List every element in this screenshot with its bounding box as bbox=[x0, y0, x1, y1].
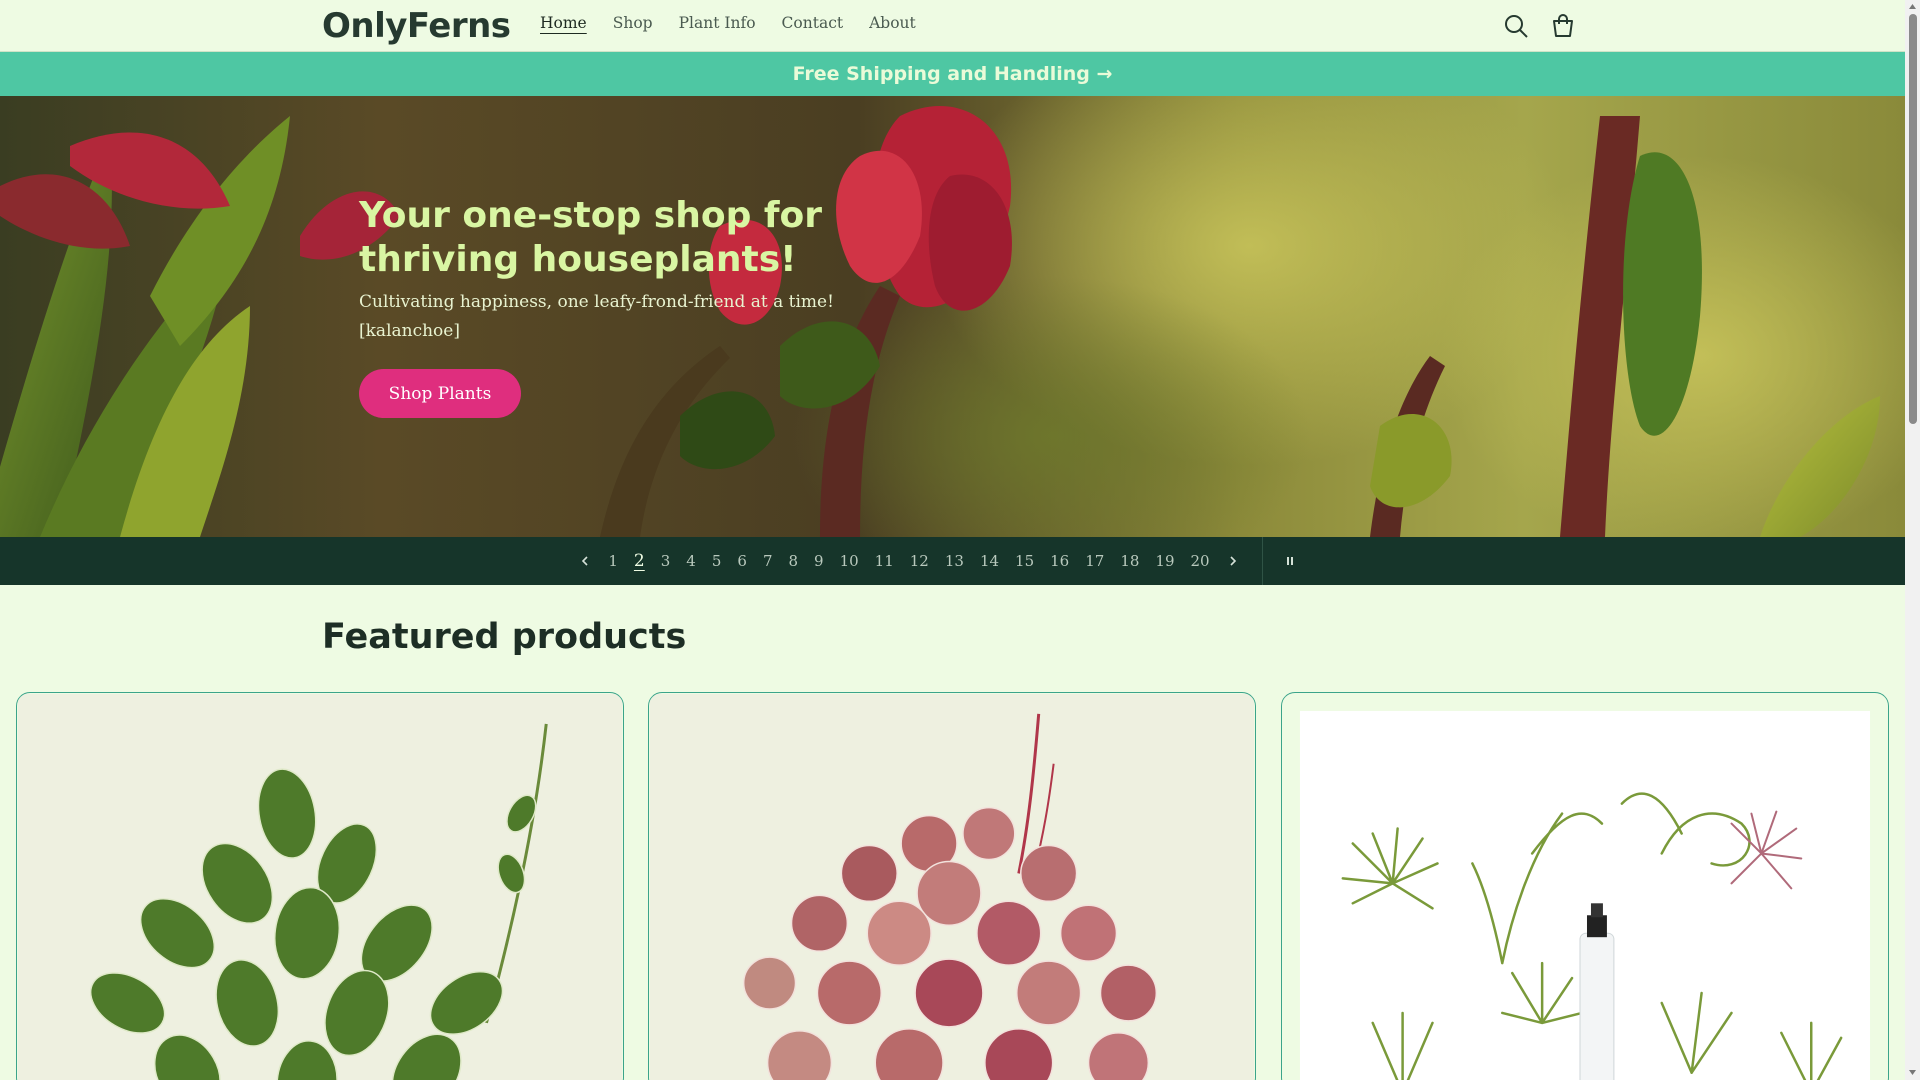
scroll-down-icon[interactable] bbox=[1908, 1068, 1917, 1077]
page-scrollbar[interactable] bbox=[1905, 0, 1920, 1080]
announcement-bar[interactable]: Free Shipping and Handling → bbox=[0, 52, 1905, 96]
slide-dot-13[interactable]: 13 bbox=[937, 552, 972, 570]
slide-dot-2[interactable]: 2 bbox=[626, 551, 653, 571]
chevron-right-icon[interactable] bbox=[1218, 546, 1248, 576]
slide-pagination: 1 2 3 4 5 6 7 8 9 10 11 12 13 14 15 16 17 18 19 20 bbox=[600, 551, 1217, 571]
slide-dot-16[interactable]: 16 bbox=[1042, 552, 1077, 570]
controls-divider bbox=[1261, 537, 1263, 585]
slide-dot-11[interactable]: 11 bbox=[867, 552, 902, 570]
fittonia-plant-image bbox=[18, 694, 622, 1080]
site-header: OnlyFerns Home Shop Plant Info Contact A… bbox=[0, 0, 1905, 52]
product-card[interactable] bbox=[1281, 692, 1889, 1080]
slide-dot-5[interactable]: 5 bbox=[704, 552, 730, 570]
product-card[interactable] bbox=[648, 692, 1256, 1080]
slide-dot-19[interactable]: 19 bbox=[1147, 552, 1182, 570]
pause-icon[interactable] bbox=[1275, 546, 1305, 576]
chevron-left-icon[interactable] bbox=[570, 546, 600, 576]
slide-dot-14[interactable]: 14 bbox=[972, 552, 1007, 570]
scrollbar-thumb[interactable] bbox=[1909, 14, 1917, 424]
slide-dot-7[interactable]: 7 bbox=[755, 552, 781, 570]
slideshow-controls-inner: 1 2 3 4 5 6 7 8 9 10 11 12 13 14 15 16 17 18 19 20 bbox=[570, 537, 1304, 585]
slide-dot-3[interactable]: 3 bbox=[653, 552, 679, 570]
slide-dot-18[interactable]: 18 bbox=[1112, 552, 1147, 570]
search-icon[interactable] bbox=[1502, 12, 1530, 40]
peperomia-plant-image bbox=[650, 694, 1254, 1080]
slideshow-controls: 1 2 3 4 5 6 7 8 9 10 11 12 13 14 15 16 17 18 19 20 bbox=[0, 537, 1905, 585]
slide-dot-8[interactable]: 8 bbox=[780, 552, 806, 570]
hero-banner: Your one-stop shop for thriving housepla… bbox=[0, 96, 1905, 537]
shop-plants-button[interactable]: Shop Plants bbox=[359, 369, 521, 418]
product-card[interactable] bbox=[16, 692, 624, 1080]
slide-dot-10[interactable]: 10 bbox=[832, 552, 867, 570]
slide-dot-17[interactable]: 17 bbox=[1077, 552, 1112, 570]
slide-dot-9[interactable]: 9 bbox=[806, 552, 832, 570]
hero-kalanchoe-image bbox=[0, 96, 1905, 537]
slide-dot-20[interactable]: 20 bbox=[1183, 552, 1218, 570]
hero-subtitle: Cultivating happiness, one leafy-frond-f… bbox=[359, 292, 834, 341]
nav-about[interactable]: About bbox=[869, 14, 916, 32]
slide-dot-15[interactable]: 15 bbox=[1007, 552, 1042, 570]
slide-dot-12[interactable]: 12 bbox=[902, 552, 937, 570]
scroll-up-icon[interactable] bbox=[1908, 2, 1917, 11]
slide-dot-6[interactable]: 6 bbox=[729, 552, 755, 570]
slide-dot-1[interactable]: 1 bbox=[600, 552, 626, 570]
featured-products-title: Featured products bbox=[322, 617, 687, 657]
slide-dot-4[interactable]: 4 bbox=[678, 552, 704, 570]
hero-title: Your one-stop shop for thriving housepla… bbox=[359, 195, 823, 280]
nav-plant-info[interactable]: Plant Info bbox=[679, 14, 756, 32]
cart-icon[interactable] bbox=[1549, 12, 1577, 40]
nav-contact[interactable]: Contact bbox=[782, 14, 844, 32]
announcement-text[interactable]: Free Shipping and Handling → bbox=[793, 63, 1113, 85]
nav-shop[interactable]: Shop bbox=[613, 14, 653, 32]
site-logo[interactable]: OnlyFerns bbox=[322, 6, 511, 46]
main-nav: Home Shop Plant Info Contact About bbox=[540, 14, 916, 32]
air-plants-image bbox=[1283, 694, 1887, 1080]
nav-home[interactable]: Home bbox=[540, 14, 587, 32]
